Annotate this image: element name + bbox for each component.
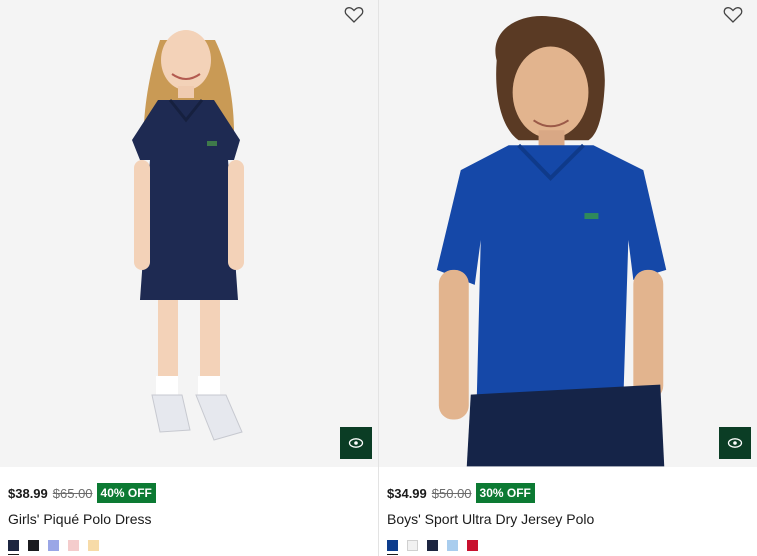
quick-view-button[interactable] bbox=[719, 427, 751, 459]
quick-view-button[interactable] bbox=[340, 427, 372, 459]
heart-outline-icon[interactable] bbox=[344, 6, 364, 24]
price-row: $38.99 $65.00 40% OFF bbox=[8, 483, 370, 503]
product-grid: $38.99 $65.00 40% OFF Girls' Piqué Polo … bbox=[0, 0, 757, 556]
color-swatch[interactable] bbox=[8, 540, 19, 555]
original-price: $65.00 bbox=[52, 485, 93, 501]
eye-icon bbox=[348, 438, 364, 448]
color-swatch[interactable] bbox=[427, 540, 438, 551]
color-swatches bbox=[387, 540, 749, 555]
price-row: $34.99 $50.00 30% OFF bbox=[387, 483, 749, 503]
product-image[interactable] bbox=[0, 0, 378, 467]
discount-badge: 30% OFF bbox=[475, 483, 535, 503]
product-card[interactable]: $34.99 $50.00 30% OFF Boys' Sport Ultra … bbox=[378, 0, 757, 556]
color-swatch[interactable] bbox=[68, 540, 79, 551]
color-swatch[interactable] bbox=[28, 540, 39, 551]
color-swatch[interactable] bbox=[467, 540, 478, 551]
color-swatch[interactable] bbox=[48, 540, 59, 551]
heart-outline-icon[interactable] bbox=[723, 6, 743, 24]
product-info: $38.99 $65.00 40% OFF Girls' Piqué Polo … bbox=[0, 467, 378, 555]
product-photo-boy bbox=[436, 16, 667, 467]
color-swatch[interactable] bbox=[88, 540, 99, 551]
product-name-link[interactable]: Girls' Piqué Polo Dress bbox=[8, 511, 370, 527]
color-swatch[interactable] bbox=[387, 540, 398, 555]
color-swatches bbox=[8, 540, 370, 555]
eye-icon bbox=[727, 438, 743, 448]
color-swatch[interactable] bbox=[407, 540, 418, 551]
sale-price: $38.99 bbox=[8, 485, 48, 501]
discount-badge: 40% OFF bbox=[96, 483, 156, 503]
product-info: $34.99 $50.00 30% OFF Boys' Sport Ultra … bbox=[379, 467, 757, 555]
product-name-link[interactable]: Boys' Sport Ultra Dry Jersey Polo bbox=[387, 511, 749, 527]
original-price: $50.00 bbox=[431, 485, 472, 501]
sale-price: $34.99 bbox=[387, 485, 427, 501]
color-swatch[interactable] bbox=[447, 540, 458, 551]
product-photo-girl bbox=[132, 30, 244, 441]
product-image[interactable] bbox=[379, 0, 757, 467]
product-card[interactable]: $38.99 $65.00 40% OFF Girls' Piqué Polo … bbox=[0, 0, 378, 556]
